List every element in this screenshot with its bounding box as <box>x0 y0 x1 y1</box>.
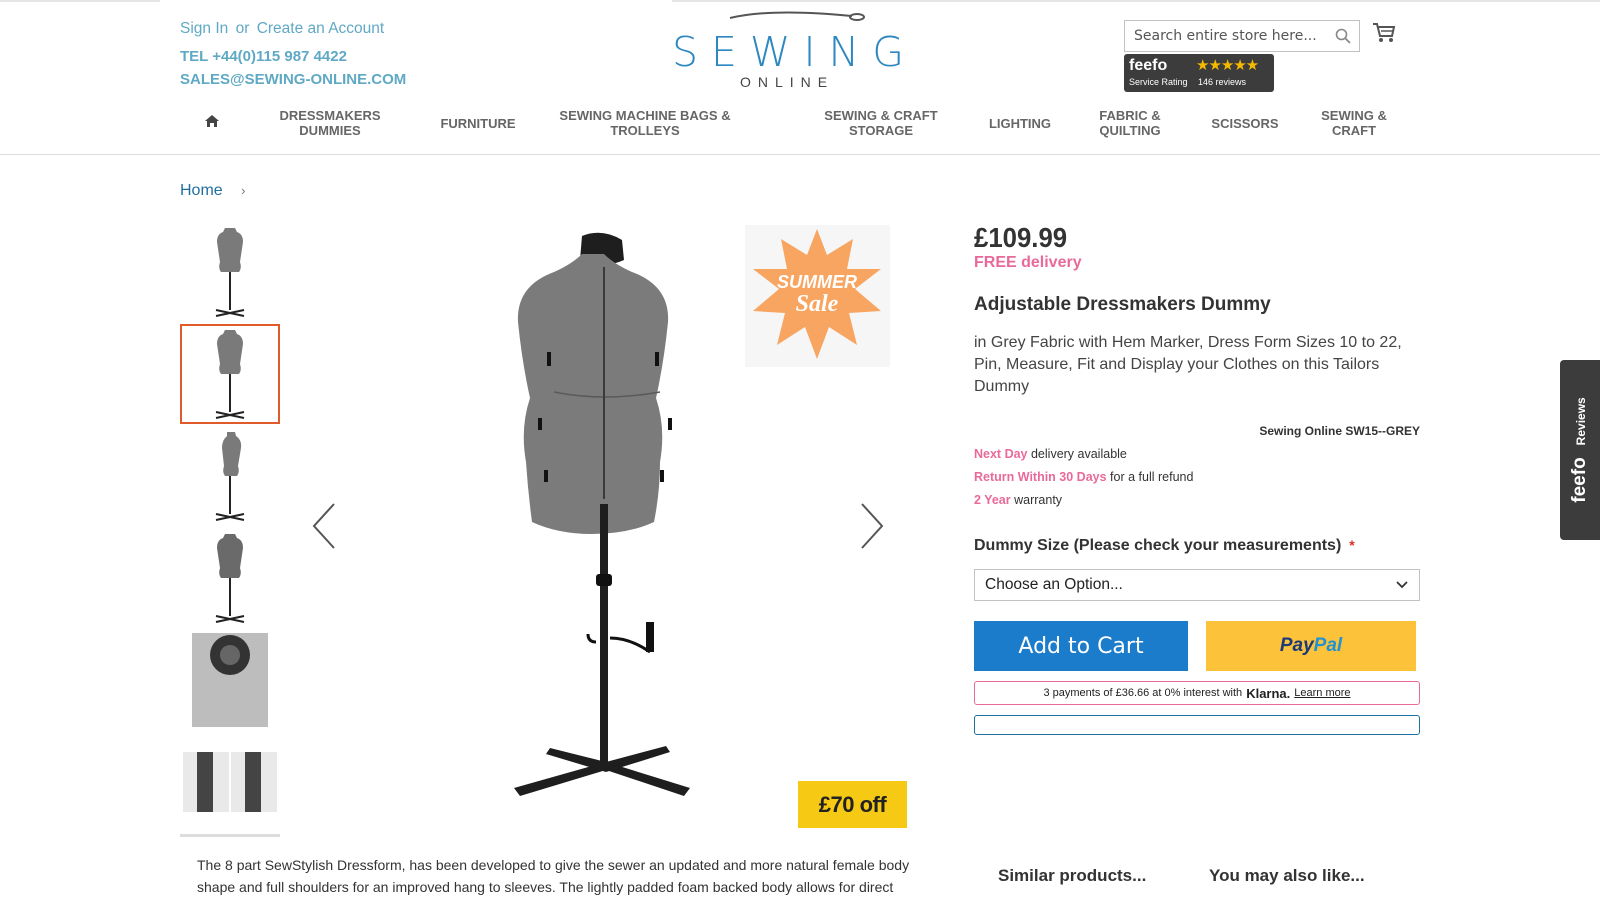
payment-widget-placeholder <box>974 715 1420 735</box>
thumbnail-2-selected[interactable] <box>180 324 280 424</box>
perk-returns: Return Within 30 Days for a full refund <box>974 470 1194 484</box>
search-icon[interactable] <box>1335 28 1351 49</box>
home-icon[interactable] <box>204 114 220 131</box>
paypal-logo-pal: Pal <box>1313 635 1343 656</box>
klarna-banner: 3 payments of £36.66 at 0% interest with… <box>974 681 1420 705</box>
reviews-tab-label: Reviews <box>1574 397 1588 446</box>
paypal-button[interactable]: Pay Pal <box>1206 621 1416 671</box>
required-marker: * <box>1349 537 1355 553</box>
create-account-link[interactable]: Create an Account <box>257 20 385 37</box>
cart-icon[interactable] <box>1372 22 1396 49</box>
feefo-tab-logo: feefo <box>1569 457 1590 503</box>
nav-item-dressmakers-dummies[interactable]: DRESSMAKERS DUMMIES <box>270 108 390 138</box>
product-sku: Sewing Online SW15--GREY <box>1259 424 1420 438</box>
nav-item-scissors[interactable]: SCISSORS <box>1200 116 1290 131</box>
or-text: or <box>235 20 250 37</box>
thumbnail-5[interactable] <box>180 630 280 730</box>
logo-subtitle: ONLINE <box>739 74 835 90</box>
site-logo[interactable]: SEWING ONLINE <box>672 10 918 90</box>
thumbnail-gallery <box>180 222 280 837</box>
you-may-also-like-heading: You may also like... <box>1209 866 1365 885</box>
product-name: Adjustable Dressmakers Dummy <box>974 294 1271 315</box>
email-address[interactable]: SALES@SEWING-ONLINE.COM <box>180 71 406 88</box>
main-navigation: DRESSMAKERS DUMMIES FURNITURE SEWING MAC… <box>180 108 1410 148</box>
nav-item-fabric-quilting[interactable]: FABRIC & QUILTING <box>1090 108 1170 138</box>
search-input[interactable] <box>1125 21 1325 51</box>
product-long-description: The 8 part SewStylish Dressform, has bee… <box>197 857 910 895</box>
chevron-left-icon[interactable] <box>310 502 336 555</box>
perk-warranty: 2 Year warranty <box>974 493 1063 507</box>
size-option-label: Dummy Size (Please check your measuremen… <box>974 537 1355 554</box>
feefo-reviews-tab[interactable]: feefo Reviews <box>1560 360 1600 540</box>
rating-stars-icon: ★★★★★ <box>1196 57 1259 74</box>
size-select-value: Choose an Option... <box>985 576 1123 593</box>
top-border <box>0 0 1600 2</box>
logo-word: SEWING <box>672 28 918 76</box>
nav-item-furniture[interactable]: FURNITURE <box>428 116 528 131</box>
thumbnail-4[interactable] <box>180 528 280 628</box>
feefo-review-count: 146 reviews <box>1198 77 1247 87</box>
feefo-label: Service Rating <box>1129 77 1188 87</box>
breadcrumb: Home › <box>180 182 245 200</box>
thumbnail-3[interactable] <box>180 426 280 526</box>
phone-number[interactable]: TEL +44(0)115 987 4422 <box>180 48 406 65</box>
size-select[interactable]: Choose an Option... <box>974 569 1420 601</box>
sale-badge-bottom: Sale <box>796 291 839 317</box>
header-links: Sign In or Create an Account TEL +44(0)1… <box>180 20 406 88</box>
feefo-logo: feefo <box>1129 57 1168 74</box>
nav-item-sewing-craft-storage[interactable]: SEWING & CRAFT STORAGE <box>816 108 946 138</box>
sign-in-link[interactable]: Sign In <box>180 20 228 37</box>
nav-divider <box>0 154 1600 155</box>
klarna-logo: Klarna. <box>1246 685 1291 701</box>
thumbnail-1[interactable] <box>180 222 280 322</box>
add-to-cart-button[interactable]: Add to Cart <box>974 621 1188 671</box>
discount-badge: £70 off <box>798 781 907 828</box>
chevron-down-icon <box>1395 577 1409 596</box>
product-short-description: in Grey Fabric with Hem Marker, Dress Fo… <box>974 334 1402 395</box>
chevron-right-icon[interactable] <box>860 502 886 555</box>
search-box[interactable] <box>1124 20 1360 52</box>
sale-badge-top: SUMMER <box>777 272 857 292</box>
nav-item-sewing-machine-bags[interactable]: SEWING MACHINE BAGS & TROLLEYS <box>550 108 740 138</box>
needle-icon <box>729 11 865 21</box>
thumbnail-6[interactable] <box>180 732 280 832</box>
perk-next-day: Next Day delivery available <box>974 447 1127 461</box>
klarna-learn-more-link[interactable]: Learn more <box>1294 687 1350 699</box>
nav-item-lighting[interactable]: LIGHTING <box>980 116 1060 131</box>
product-info: £109.99 FREE delivery Adjustable Dressma… <box>974 222 1420 735</box>
similar-products-heading: Similar products... <box>998 866 1147 885</box>
paypal-logo-pay: Pay <box>1279 635 1314 656</box>
nav-item-sewing-craft[interactable]: SEWING & CRAFT <box>1314 108 1394 138</box>
klarna-text: 3 payments of £36.66 at 0% interest with <box>1043 687 1243 699</box>
free-delivery: FREE delivery <box>974 254 1082 271</box>
product-price: £109.99 <box>974 222 1068 253</box>
breadcrumb-home-link[interactable]: Home <box>180 182 223 199</box>
summer-sale-badge: SUMMER Sale <box>745 225 890 367</box>
feefo-rating-badge[interactable]: feefo ★★★★★ Service Rating 146 reviews <box>1124 54 1274 92</box>
breadcrumb-separator: › <box>241 183 246 198</box>
